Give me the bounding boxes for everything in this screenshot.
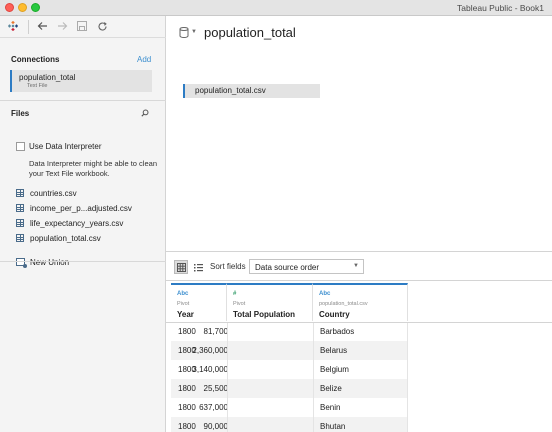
file-item-life-expectancy[interactable]: life_expectancy_years.csv xyxy=(16,217,123,229)
cell-population: 90,000 xyxy=(203,422,228,431)
file-item-population-total[interactable]: population_total.csv xyxy=(16,232,101,244)
files-heading: Files xyxy=(11,109,30,118)
file-label: life_expectancy_years.csv xyxy=(30,218,124,228)
back-arrow-icon[interactable] xyxy=(35,18,49,34)
toolbar-separator xyxy=(28,20,29,34)
window-title: Tableau Public - Book1 xyxy=(457,3,544,13)
canvas-table-label: population_total.csv xyxy=(195,86,266,95)
chevron-down-icon[interactable]: ▼ xyxy=(191,29,197,35)
cell-country: Belize xyxy=(320,384,342,393)
window-minimize-button[interactable] xyxy=(18,3,27,12)
column-source: population_total.csv xyxy=(319,301,368,307)
add-connection-link[interactable]: Add xyxy=(137,55,151,64)
grid-view-icon[interactable] xyxy=(174,260,188,274)
save-icon[interactable] xyxy=(75,18,89,34)
sort-fields-value: Data source order xyxy=(255,263,320,272)
column-divider xyxy=(227,322,228,432)
connection-item[interactable]: population_total Text File xyxy=(10,70,152,92)
cell-country: Benin xyxy=(320,403,341,412)
table-row[interactable]: 1800 25,500 Belize xyxy=(171,379,408,398)
sidebar-bottom-divider xyxy=(0,261,166,262)
table-icon xyxy=(16,189,24,197)
grid-toolbar: Sort fields Data source order ▼ xyxy=(166,251,552,281)
file-label: population_total.csv xyxy=(30,233,101,243)
cell-country: Belgium xyxy=(320,365,349,374)
column-name: Country xyxy=(319,310,350,319)
connection-type: Text File xyxy=(27,83,48,89)
connections-heading: Connections xyxy=(11,55,60,64)
file-item-income[interactable]: income_per_p...adjusted.csv xyxy=(16,202,132,214)
column-header-year[interactable]: Abc Pivot Year xyxy=(171,283,227,321)
data-source-sidebar: Connections Add population_total Text Fi… xyxy=(0,16,166,432)
union-icon xyxy=(16,258,27,268)
cell-year: 1800 xyxy=(178,327,196,336)
sidebar-toolbar xyxy=(0,16,166,38)
cell-year: 1800 xyxy=(178,422,196,431)
table-row[interactable]: 1800 2,360,000 Belarus xyxy=(171,341,408,360)
cell-population: 2,360,000 xyxy=(192,346,228,355)
sort-fields-label: Sort fields xyxy=(210,262,246,271)
column-header-total-population[interactable]: # Pivot Total Population xyxy=(227,283,313,321)
refresh-icon[interactable] xyxy=(95,18,109,34)
cell-year: 1800 xyxy=(178,403,196,412)
table-icon xyxy=(16,234,24,242)
search-icon[interactable] xyxy=(141,109,149,117)
table-row[interactable]: 1800 81,700 Barbados xyxy=(171,322,408,341)
chevron-down-icon: ▼ xyxy=(353,263,359,269)
window-close-button[interactable] xyxy=(5,3,14,12)
column-divider xyxy=(313,322,314,432)
column-source: Pivot xyxy=(233,301,246,307)
column-name: Total Population xyxy=(233,310,296,319)
data-source-title[interactable]: population_total xyxy=(204,25,296,40)
data-interpreter-label: Use Data Interpreter xyxy=(29,142,102,151)
sort-fields-select[interactable]: Data source order ▼ xyxy=(249,259,364,274)
cell-country: Belarus xyxy=(320,346,348,355)
window-maximize-button[interactable] xyxy=(31,3,40,12)
connection-name: population_total xyxy=(19,73,76,82)
cell-country: Bhutan xyxy=(320,422,346,431)
title-bar: Tableau Public - Book1 xyxy=(0,0,552,16)
forward-arrow-icon[interactable] xyxy=(55,18,69,34)
string-type-icon[interactable]: Abc xyxy=(177,291,188,297)
tableau-logo-icon[interactable] xyxy=(6,18,20,34)
table-row[interactable]: 1800 90,000 Bhutan xyxy=(171,417,408,432)
canvas-table-pill[interactable]: population_total.csv xyxy=(183,84,320,98)
grid-header-divider xyxy=(166,322,552,323)
column-source: Pivot xyxy=(177,301,190,307)
number-type-icon[interactable]: # xyxy=(233,291,236,297)
column-divider xyxy=(407,322,408,432)
table-row[interactable]: 1800 3,140,000 Belgium xyxy=(171,360,408,379)
file-label: countries.csv xyxy=(30,188,77,198)
new-union-label: New Union xyxy=(30,257,70,267)
cell-country: Barbados xyxy=(320,327,355,336)
data-interpreter-description: Data Interpreter might be able to clean … xyxy=(29,159,157,178)
cell-population: 81,700 xyxy=(203,327,228,336)
column-header-country[interactable]: Abc population_total.csv Country xyxy=(313,283,408,321)
cell-year: 1800 xyxy=(178,384,196,393)
data-interpreter-checkbox[interactable] xyxy=(16,142,25,151)
string-type-icon[interactable]: Abc xyxy=(319,291,330,297)
cell-population: 25,500 xyxy=(203,384,228,393)
list-view-icon[interactable] xyxy=(191,260,205,274)
database-icon[interactable] xyxy=(179,27,189,39)
file-label: income_per_p...adjusted.csv xyxy=(30,203,132,213)
cell-population: 637,000 xyxy=(199,403,228,412)
cell-population: 3,140,000 xyxy=(192,365,228,374)
new-union-item[interactable]: New Union xyxy=(16,256,69,268)
table-icon xyxy=(16,219,24,227)
file-item-countries[interactable]: countries.csv xyxy=(16,187,77,199)
table-icon xyxy=(16,204,24,212)
sidebar-divider xyxy=(0,100,166,101)
column-name: Year xyxy=(177,310,194,319)
table-row[interactable]: 1800 637,000 Benin xyxy=(171,398,408,417)
